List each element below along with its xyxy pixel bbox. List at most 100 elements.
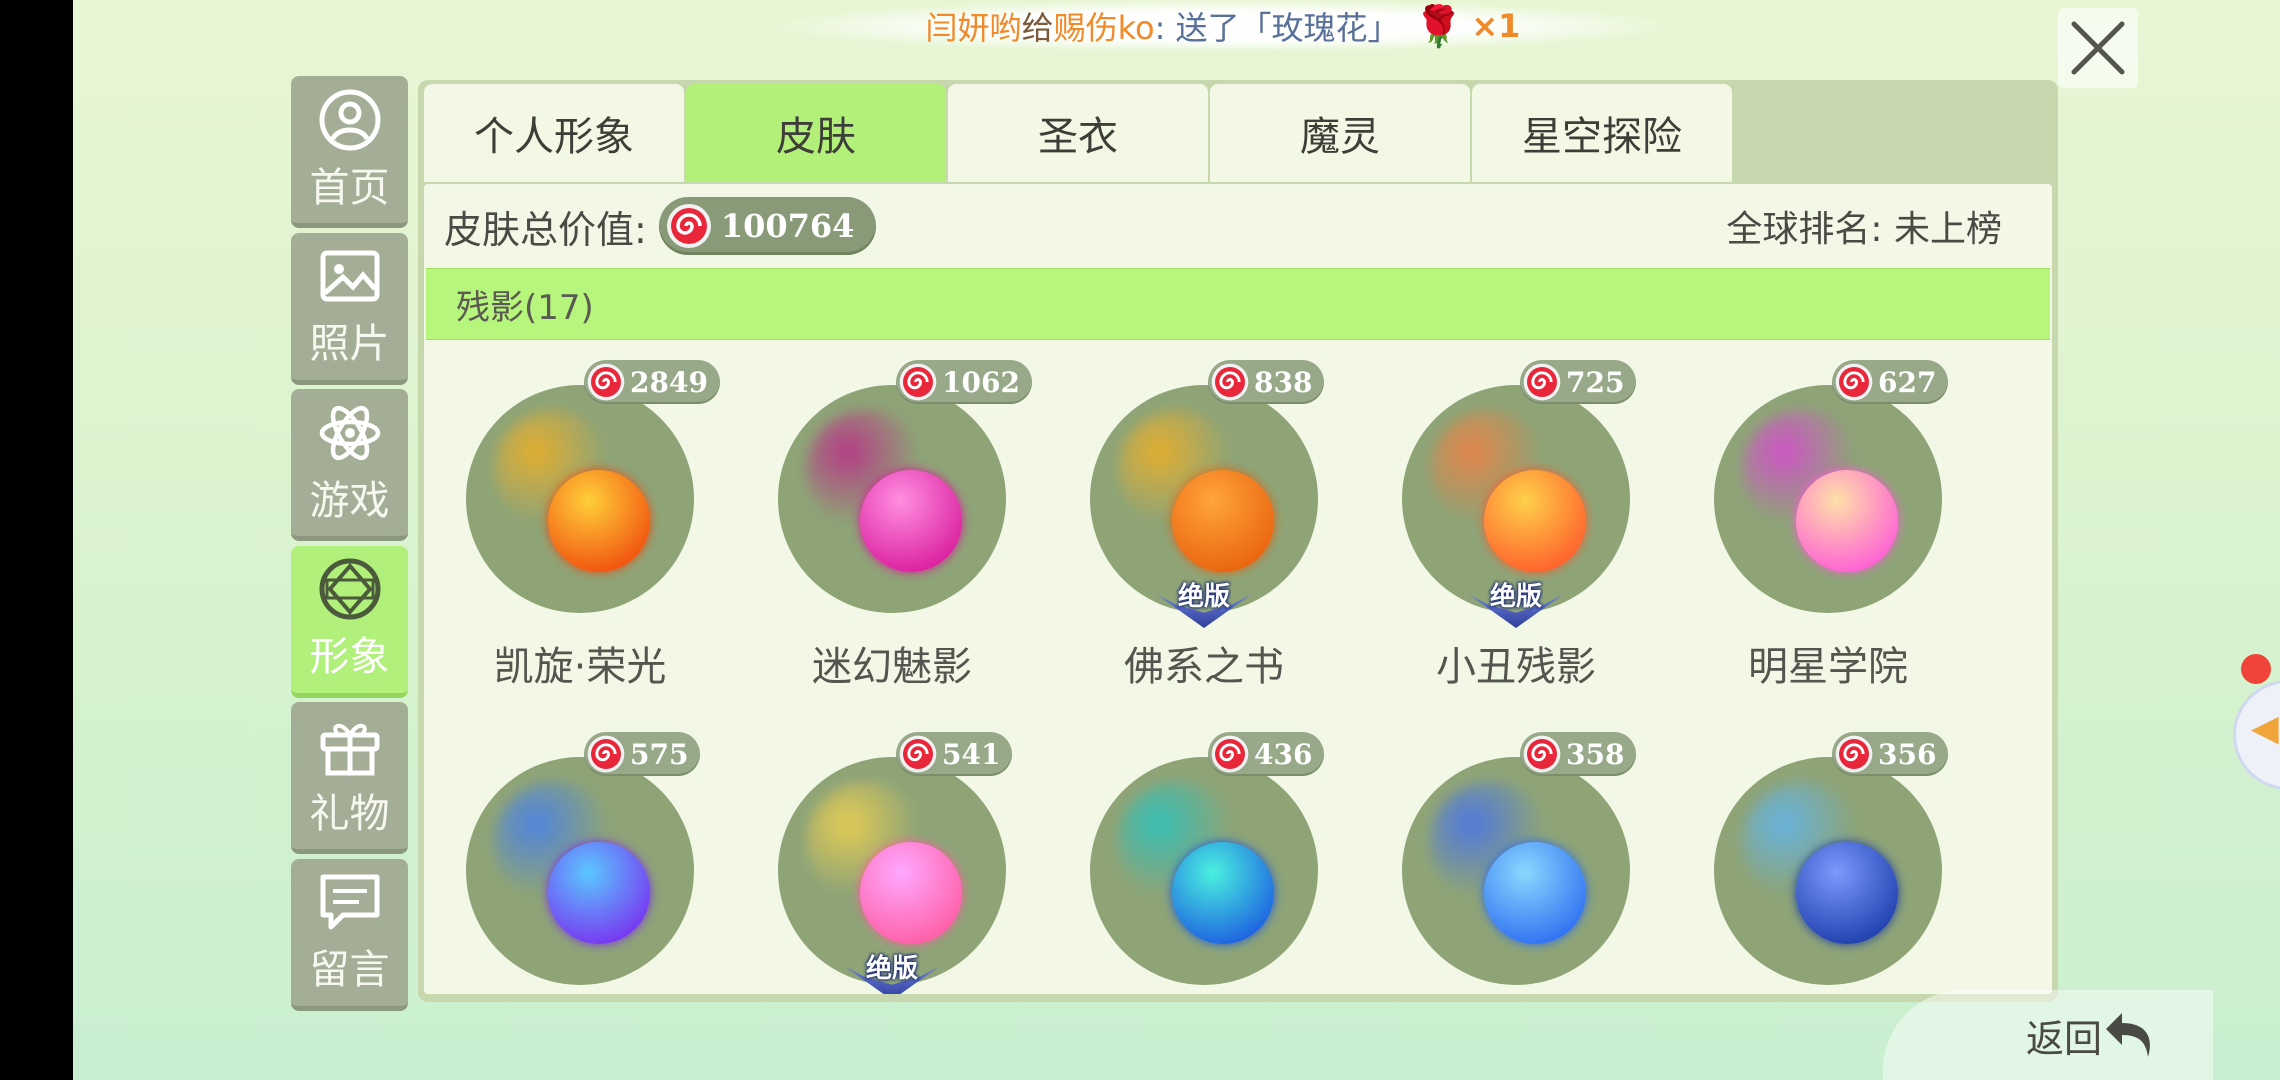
skin-price-badge: 436 [1208,732,1325,776]
limited-edition-badge: 绝版 [1156,576,1252,632]
skin-price-badge: 541 [896,732,1013,776]
skin-card[interactable]: 575 [424,712,724,994]
skin-orb [860,842,962,944]
skin-card[interactable]: 725 绝版小丑残影 [1360,340,1660,690]
person-icon [319,89,380,150]
skin-orb [1796,842,1898,944]
sidebar-item-messages[interactable]: 留言 [291,858,408,1011]
skin-price: 358 [1566,737,1625,771]
candy-currency-icon [587,735,625,773]
tab-spirits[interactable]: 魔灵 [1210,84,1470,182]
skin-orb [548,842,650,944]
skin-price: 541 [942,737,1001,771]
total-value: 100764 [720,207,855,245]
skin-name: 小丑残影 [1436,644,1596,690]
tab-personal-image[interactable]: 个人形象 [424,84,684,182]
candy-currency-icon [1211,363,1249,401]
skin-price: 1062 [942,365,1020,399]
banner-action: : 送了 [1154,9,1240,47]
candy-currency-icon [899,735,937,773]
limited-edition-badge: 绝版 [1468,576,1564,632]
limited-edition-badge: 绝版 [844,948,940,994]
sidebar-item-games[interactable]: 游戏 [291,389,408,541]
candy-currency-icon [587,363,625,401]
skin-price: 2849 [630,365,708,399]
sidebar-item-label: 首页 [309,164,390,211]
sidebar-nav: 首页 照片 游戏 形象 礼物 留言 [291,76,408,1015]
candy-currency-icon [899,363,937,401]
skin-price-badge: 358 [1520,732,1637,776]
global-rank: 全球排名: 未上榜 [1726,209,2002,250]
skin-orb [1484,470,1586,572]
candy-currency-icon [666,204,711,248]
skin-name: 迷幻魅影 [812,644,972,690]
tab-skins[interactable]: 皮肤 [686,84,946,182]
atom-icon [319,405,380,460]
gift-broadcast-banner: 闫妍哟 给 赐伤ko : 送了 「玫瑰花」 🌹 ×1 [773,0,1673,52]
banner-gift-name: 「玫瑰花」 [1239,9,1400,47]
skin-orb [1484,842,1586,944]
category-tabs: 个人形象 皮肤 圣衣 魔灵 星空探险 [424,84,2052,184]
back-arrow-icon [2106,1013,2150,1057]
limited-badge-text: 绝版 [865,954,918,984]
notification-dot [2241,654,2271,684]
skin-card[interactable]: 436 [1048,712,1348,994]
candy-currency-icon [1835,735,1873,773]
banner-receiver: 赐伤ko [1053,9,1155,47]
sidebar-item-label: 形象 [309,634,390,680]
gift-icon [320,723,379,775]
skin-card[interactable]: 1062 迷幻魅影 [736,340,1036,690]
skins-content: 皮肤总价值: 100764 全球排名: 未上榜 残影(17) 2849 凯旋·荣光… [424,184,2052,994]
sidebar-item-label: 留言 [309,947,390,993]
skin-price-badge: 838 [1208,360,1325,404]
candy-currency-icon [1835,363,1873,401]
sidebar-item-photos[interactable]: 照片 [291,232,408,385]
limited-badge-text: 绝版 [1177,582,1230,612]
candy-currency-icon [1211,735,1249,773]
candy-currency-icon [1523,735,1561,773]
skin-price-badge: 627 [1832,360,1949,404]
skin-card[interactable]: 356 [1672,712,1972,994]
back-button[interactable]: 返回 [1883,990,2213,1080]
sidebar-item-label: 游戏 [309,477,390,524]
sidebar-item-home[interactable]: 首页 [291,76,408,228]
skin-card[interactable]: 541 绝版 [736,712,1036,994]
chevron-left-icon: ◀ [2251,708,2279,749]
skin-value-row: 皮肤总价值: 100764 全球排名: 未上榜 [424,184,2052,268]
skin-grid: 2849 凯旋·荣光 1062 迷幻魅影 838 绝版 佛系之书 725 绝版 小丑残影 627 明星… [424,340,2052,994]
banner-gift-count: ×1 [1471,7,1521,45]
tab-holy-armor[interactable]: 圣衣 [948,84,1208,182]
skin-card[interactable]: 2849 凯旋·荣光 [424,340,724,690]
sidebar-item-appearance[interactable]: 形象 [291,545,408,698]
skin-price-badge: 356 [1832,732,1949,776]
banner-sender: 闫妍哟 [925,9,1022,47]
skin-price: 436 [1254,737,1313,771]
skin-name: 明星学院 [1748,644,1908,690]
picture-icon [320,250,379,302]
back-label: 返回 [2025,1016,2102,1061]
skin-card[interactable]: 358 [1360,712,1660,994]
main-panel: 个人形象 皮肤 圣衣 魔灵 星空探险 皮肤总价值: 100764 全球排名: 未… [418,80,2058,1002]
close-icon [2071,21,2125,75]
skin-price: 838 [1254,365,1313,399]
sidebar-item-label: 礼物 [309,790,390,837]
candy-currency-icon [1523,363,1561,401]
tab-star-adventure[interactable]: 星空探险 [1472,84,1732,182]
skin-price: 725 [1566,365,1625,399]
skin-card[interactable]: 838 绝版佛系之书 [1048,340,1348,690]
skin-card[interactable]: 627 明星学院 [1672,340,1972,690]
skin-price-badge: 1062 [896,360,1032,404]
message-icon [320,874,379,930]
rose-icon: 🌹 [1413,3,1464,50]
total-value-label: 皮肤总价值: [444,207,647,252]
skin-orb [548,470,650,572]
skin-name: 佛系之书 [1124,644,1284,690]
skin-price-badge: 2849 [584,360,720,404]
skin-orb [860,470,962,572]
close-button[interactable] [2058,8,2138,88]
section-header[interactable]: 残影(17) [426,268,2050,340]
sidebar-item-gifts[interactable]: 礼物 [291,702,408,854]
skin-price: 356 [1878,737,1937,771]
skin-orb [1796,470,1898,572]
skin-orb [1172,470,1274,572]
